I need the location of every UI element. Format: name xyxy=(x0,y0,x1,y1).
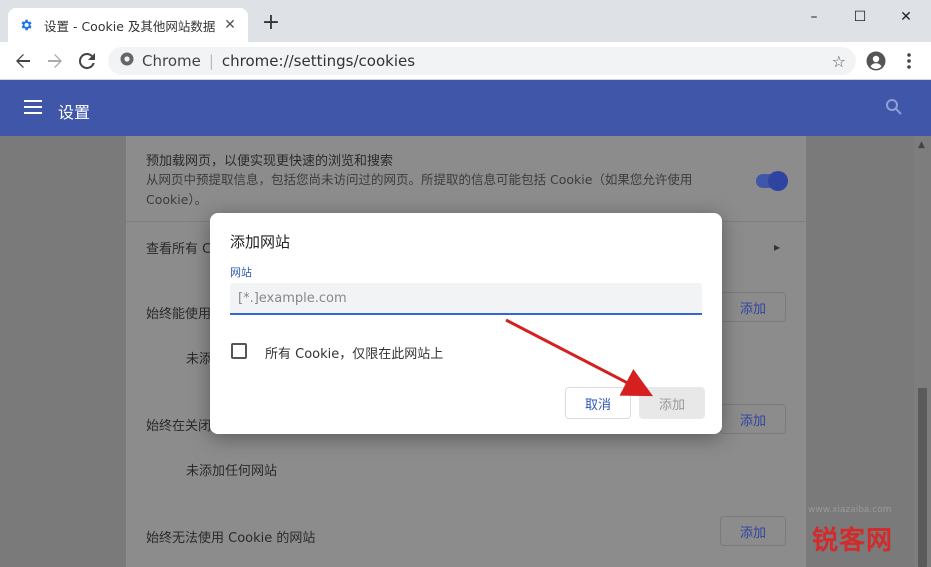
settings-header: 设置 xyxy=(0,80,931,136)
all-cookies-checkbox[interactable] xyxy=(231,343,247,359)
site-input[interactable] xyxy=(230,283,702,315)
secure-label: Chrome xyxy=(142,52,201,70)
add-clear-button[interactable]: 添加 xyxy=(720,404,786,434)
forward-arrow-icon[interactable] xyxy=(42,48,68,74)
tab-title: 设置 - Cookie 及其他网站数据 xyxy=(44,18,216,34)
site-field-label: 网站 xyxy=(230,266,252,279)
gear-icon xyxy=(18,17,34,33)
omnibox-separator: | xyxy=(208,52,214,70)
profile-icon[interactable] xyxy=(863,48,889,74)
dialog-title: 添加网站 xyxy=(230,233,291,251)
preload-toggle[interactable] xyxy=(756,171,788,191)
preload-title: 预加载网页，以便实现更快速的浏览和搜索 xyxy=(146,154,394,169)
close-window-button[interactable]: ✕ xyxy=(883,4,929,30)
add-block-button[interactable]: 添加 xyxy=(720,516,786,546)
address-bar[interactable]: Chrome | chrome://settings/cookies ☆ xyxy=(108,47,856,75)
search-icon[interactable] xyxy=(885,98,905,118)
all-cookies-checkbox-label: 所有 Cookie，仅限在此网站上 xyxy=(265,347,444,362)
scroll-up-icon[interactable]: ▲ xyxy=(918,140,925,150)
browser-toolbar: Chrome | chrome://settings/cookies ☆ xyxy=(0,42,931,80)
minimize-button[interactable]: – xyxy=(791,4,837,30)
tab-strip: 设置 - Cookie 及其他网站数据 ✕ + – ☐ ✕ xyxy=(0,0,931,42)
close-tab-icon[interactable]: ✕ xyxy=(222,17,238,33)
chevron-right-icon[interactable]: ▸ xyxy=(774,240,780,254)
page-title: 设置 xyxy=(58,103,91,122)
new-tab-button[interactable]: + xyxy=(260,12,282,34)
menu-dots-icon[interactable] xyxy=(896,48,922,74)
back-arrow-icon[interactable] xyxy=(10,48,36,74)
tab-settings[interactable]: 设置 - Cookie 及其他网站数据 ✕ xyxy=(8,8,248,42)
hamburger-menu-icon[interactable] xyxy=(24,100,42,114)
url-text: chrome://settings/cookies xyxy=(221,52,416,70)
cancel-button[interactable]: 取消 xyxy=(565,387,631,419)
chrome-logo-icon xyxy=(120,52,134,70)
star-icon[interactable]: ☆ xyxy=(832,52,846,71)
clear-on-exit-empty: 未添加任何网站 xyxy=(186,464,278,479)
maximize-button[interactable]: ☐ xyxy=(837,4,883,30)
preload-description: 从网页中预提取信息，包括您尚未访问过的网页。所提取的信息可能包括 Cookie（… xyxy=(146,172,693,207)
watermark-logo: 锐客网 xyxy=(812,526,894,556)
scrollbar-thumb[interactable] xyxy=(918,388,927,567)
add-button[interactable]: 添加 xyxy=(639,387,705,419)
watermark-url: www.xiazaiba.com xyxy=(808,505,892,515)
reload-icon[interactable] xyxy=(74,48,100,74)
always-block-label: 始终无法使用 Cookie 的网站 xyxy=(146,531,316,546)
add-allow-button[interactable]: 添加 xyxy=(720,292,786,322)
scrollbar[interactable]: ▲ xyxy=(914,136,931,567)
add-site-dialog: 添加网站 网站 所有 Cookie，仅限在此网站上 取消 添加 xyxy=(210,213,722,434)
